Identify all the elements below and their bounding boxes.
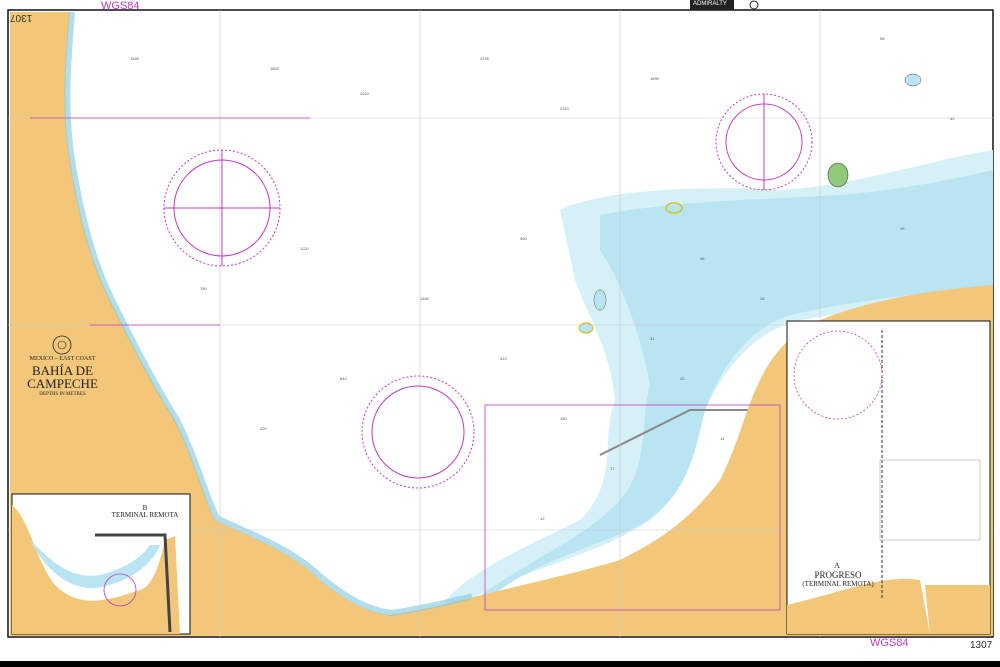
svg-text:420: 420 (260, 426, 267, 431)
cay-1 (827, 162, 849, 188)
inset-marker-a: A (834, 561, 840, 570)
svg-text:310: 310 (500, 356, 507, 361)
svg-text:1890: 1890 (650, 76, 660, 81)
cay-4 (593, 289, 607, 311)
svg-text:19: 19 (900, 226, 905, 231)
datum-label-bottom: WGS84 (870, 637, 909, 649)
datum-label-top: WGS84 (101, 0, 140, 12)
svg-text:1450: 1450 (420, 296, 430, 301)
svg-text:180: 180 (560, 416, 567, 421)
bottom-band (0, 661, 1000, 667)
svg-text:2010: 2010 (360, 91, 370, 96)
cay-5 (904, 73, 922, 87)
svg-text:17: 17 (610, 466, 615, 471)
inset-progreso-title: PROGRESO (814, 570, 862, 580)
svg-text:31: 31 (650, 336, 655, 341)
svg-text:28: 28 (760, 296, 765, 301)
svg-text:1540: 1540 (130, 56, 140, 61)
svg-text:2245: 2245 (480, 56, 490, 61)
svg-text:960: 960 (520, 236, 527, 241)
cay-3 (578, 322, 594, 334)
chart-title-line2: CAMPECHE (27, 376, 98, 391)
svg-text:2310: 2310 (560, 106, 570, 111)
inset-progreso-subtitle: (TERMINAL REMOTA) (802, 580, 874, 588)
svg-text:36: 36 (700, 256, 705, 261)
svg-text:58: 58 (880, 36, 885, 41)
svg-text:12: 12 (540, 516, 545, 521)
chart-region: MEXICO – EAST COAST (29, 356, 96, 362)
svg-text:22: 22 (680, 376, 685, 381)
svg-text:780: 780 (200, 286, 207, 291)
svg-text:1862: 1862 (270, 66, 280, 71)
svg-text:42: 42 (950, 116, 955, 121)
nautical-chart: 1540 1862 2010 2245 2310 1890 780 1120 1450 96… (0, 0, 1000, 667)
svg-text:1120: 1120 (300, 246, 309, 251)
svg-text:640: 640 (340, 376, 347, 381)
chart-number-bottom: 1307 (970, 640, 993, 651)
publisher-badge-label: ADMIRALTY (693, 1, 727, 7)
inset-terminal-remota-title: TERMINAL REMOTA (111, 511, 179, 519)
chart-number-top: 1307 (10, 12, 33, 23)
depths-note: DEPTHS IN METRES (39, 392, 86, 397)
svg-text:14: 14 (720, 436, 725, 441)
